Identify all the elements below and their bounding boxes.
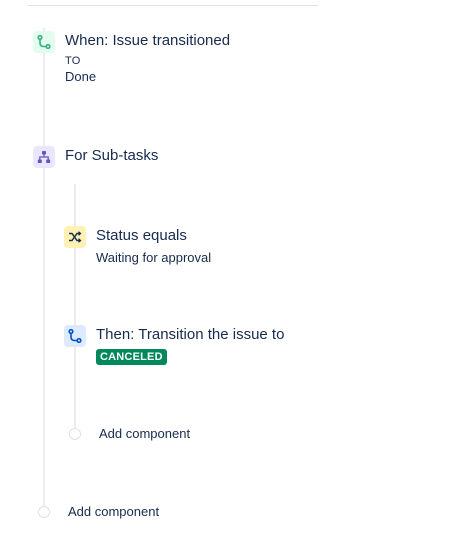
hierarchy-icon: [33, 146, 55, 168]
status-lozenge: CANCELED: [96, 349, 167, 365]
top-divider: [28, 5, 318, 6]
branch-add-component[interactable]: Add component: [69, 425, 190, 443]
add-placeholder-circle: [69, 428, 81, 440]
condition-component[interactable]: Status equals Waiting for approval: [64, 226, 211, 267]
add-placeholder-circle: [38, 506, 50, 518]
condition-title: Status equals: [96, 227, 187, 244]
main-rule-rail: [43, 28, 45, 508]
root-add-component[interactable]: Add component: [38, 503, 159, 521]
action-component[interactable]: Then: Transition the issue to CANCELED: [64, 325, 284, 365]
action-title: Then: Transition the issue to: [96, 326, 285, 343]
shuffle-icon: [64, 226, 86, 248]
trigger-component[interactable]: When: Issue transitioned TO Done: [33, 31, 230, 86]
branch-transition-icon: [33, 31, 55, 53]
branch-add-component-label: Add component: [99, 426, 191, 441]
branch-transition-icon: [64, 325, 86, 347]
branch-component[interactable]: For Sub-tasks: [33, 146, 158, 168]
root-add-component-label: Add component: [68, 504, 160, 519]
branch-rail: [74, 184, 76, 430]
branch-title: For Sub-tasks: [65, 147, 159, 164]
trigger-title: When: Issue transitioned: [65, 32, 231, 49]
trigger-to-label: TO: [65, 55, 81, 67]
condition-value: Waiting for approval: [96, 250, 212, 265]
trigger-to-value: Done: [65, 69, 97, 84]
